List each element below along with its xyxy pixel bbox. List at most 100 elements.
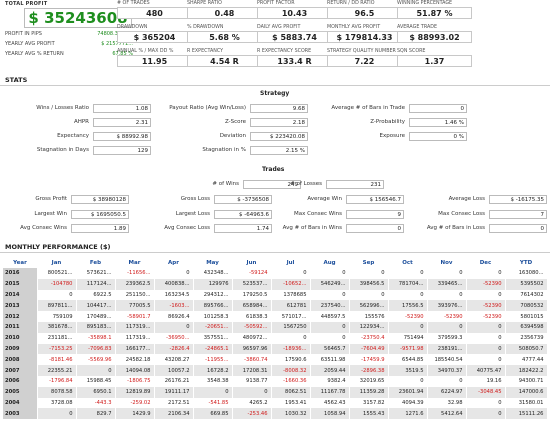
stats-title: STATS	[5, 76, 28, 84]
field-stagnation-pct: Stagnation in % 2.15 %	[160, 146, 308, 155]
field-stagnation-days: Stagnation in Days 129	[5, 146, 151, 155]
month-cell: -52390	[427, 311, 467, 322]
yearly-avg-return-row: YEARLY AVG % RETURN 67.85 %	[5, 51, 133, 59]
month-cell: 523537...	[232, 278, 272, 290]
month-cell: -58901.7	[115, 311, 155, 322]
metric-label: STRATEGY QUALITY NUMBER	[327, 49, 396, 54]
field-avg-bars-trade: Average # of Bars in Trade 0	[330, 104, 467, 113]
column-header: Jul	[286, 259, 295, 266]
metric-sqn-score: SQN SCORE 1.37	[397, 48, 472, 67]
column-header: Oct	[402, 259, 413, 266]
month-cell: 32019.65	[349, 375, 389, 387]
field-num-losses: # of Losses 231	[290, 180, 384, 189]
table-row: 2016 800521... 573621... -11656... 0 432348..…	[3, 268, 548, 279]
year-cell: 2015	[3, 278, 38, 290]
month-cell: -52390	[466, 278, 506, 290]
month-cell: 10057.2	[154, 365, 194, 376]
month-cell: 56465.7	[310, 343, 350, 355]
month-cell: 400838...	[154, 278, 194, 290]
month-cell: 17590.6	[271, 354, 311, 366]
month-cell: 166177...	[115, 343, 155, 355]
month-cell: -1603...	[154, 300, 194, 312]
month-cell: -5569.96	[76, 354, 116, 366]
column-header: Apr	[168, 259, 179, 266]
field-label: Deviation	[219, 133, 246, 139]
month-cell: 17208.31	[232, 365, 272, 376]
month-cell: 0	[427, 268, 467, 279]
metric-value: 7.22	[327, 55, 402, 67]
month-cell: 8078.58	[37, 386, 77, 398]
month-cell: -1806.75	[115, 375, 155, 387]
column-header: Jun	[246, 259, 257, 266]
field-label: Z-Score	[224, 119, 246, 125]
month-cell: 163234.5	[154, 289, 194, 301]
field-label: Expectancy	[57, 133, 89, 139]
column-header: Dec	[479, 259, 492, 266]
metric-return-dd: RETURN / DD RATIO 96.5	[327, 0, 402, 19]
month-cell: 155576	[349, 311, 389, 322]
metric-value: 480	[117, 7, 192, 19]
month-cell: 1378685	[271, 289, 311, 301]
month-cell: 0	[310, 321, 350, 333]
table-row: 2013 897811... 104417... 77005.5 -1603... 895…	[3, 300, 548, 312]
ytd-cell: 31580.01	[505, 397, 548, 409]
month-cell: -52390	[466, 300, 506, 312]
month-cell: 11359.28	[349, 386, 389, 398]
field-label: Avg Consec Wins	[20, 225, 67, 231]
field-payout-ratio: Payout Ratio (Avg Win/Loss) 9.68	[160, 104, 308, 113]
profit-in-pips-row: PROFIT IN PIPS 74808.32 pips	[5, 31, 133, 39]
field-label: Avg # of Bars in Loss	[426, 225, 485, 231]
month-cell: 781704...	[388, 278, 428, 290]
month-cell: 1953.41	[271, 397, 311, 409]
month-cell: 239362.5	[115, 278, 155, 290]
field-label: Largest Win	[34, 211, 67, 217]
month-cell: -23750.4	[349, 332, 389, 344]
monthly-performance-table: Year Jan Feb Mar Apr May Jun Jul Aug Sep Oct Nov Dec…	[3, 257, 548, 420]
field-z-score: Z-Score 2.18	[160, 118, 308, 127]
month-cell: 9382.4	[310, 375, 350, 387]
month-cell: 1555.43	[349, 408, 389, 420]
month-cell: 393976...	[427, 300, 467, 312]
field-label: Stagnation in Days	[36, 147, 89, 153]
month-cell: 4094.39	[388, 397, 428, 409]
month-cell: 86926.4	[154, 311, 194, 322]
month-cell: -259.02	[115, 397, 155, 409]
field-value: 1.08	[93, 104, 151, 113]
month-cell: 17556.5	[388, 300, 428, 312]
metric-winning-pct: WINNING PERCENTAGE 51.87 %	[397, 0, 472, 19]
month-cell: 237540...	[310, 300, 350, 312]
month-cell: 669.85	[193, 408, 233, 420]
month-cell: 3519.5	[388, 365, 428, 376]
metric-profit-factor: PROFIT FACTOR 10.43	[257, 0, 332, 19]
month-cell: 32.98	[427, 397, 467, 409]
metric-trades: # OF TRADES 480	[117, 0, 192, 19]
field-expectancy: Expectancy $ 88992.98	[5, 132, 151, 141]
year-cell: 2003	[3, 408, 38, 420]
month-cell: 0	[310, 268, 350, 279]
ytd-cell: 94300.71	[505, 375, 548, 387]
month-cell: 0	[427, 375, 467, 387]
month-cell: 0	[349, 268, 389, 279]
month-cell: -11955...	[193, 354, 233, 366]
month-cell: 0	[37, 289, 77, 301]
field-label: Gross Loss	[180, 196, 210, 202]
month-cell: 4265.2	[232, 397, 272, 409]
month-cell: 0	[193, 386, 233, 398]
monthly-title: MONTHLY PERFORMANCE ($)	[5, 243, 111, 251]
year-cell: 2007	[3, 365, 38, 376]
field-largest-loss: Largest Loss $ -64963.6	[132, 210, 272, 219]
month-cell: 170489...	[76, 311, 116, 322]
month-cell: 6544.85	[388, 354, 428, 366]
ytd-cell: 4777.44	[505, 354, 548, 366]
table-row: 2009 -7153.25 -7096.83 166177... -2826.4 -248…	[3, 343, 548, 355]
ytd-cell: 6394598	[505, 321, 548, 333]
metric-value: $ 88993.02	[397, 31, 472, 43]
metric-value: 51.87 %	[397, 7, 472, 19]
field-label: Average Loss	[448, 196, 485, 202]
month-cell: 1567250	[271, 321, 311, 333]
field-value: 231	[326, 180, 384, 189]
month-cell: -9571.98	[388, 343, 428, 355]
column-header: Jan	[51, 259, 62, 266]
month-cell: 101258.3	[193, 311, 233, 322]
field-value: 0	[346, 224, 404, 233]
